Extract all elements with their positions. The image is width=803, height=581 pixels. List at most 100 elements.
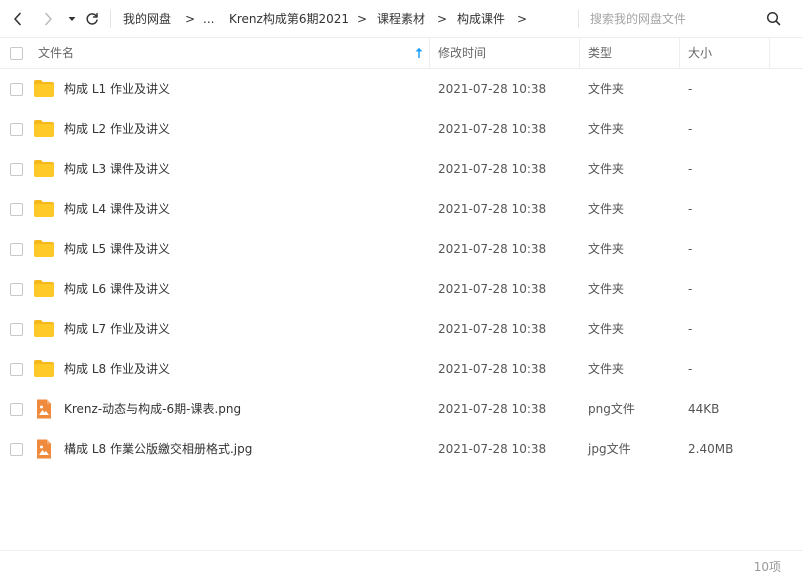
folder-icon bbox=[34, 280, 54, 297]
breadcrumb-item-root[interactable]: 我的网盘 bbox=[123, 10, 171, 28]
select-all-checkbox[interactable] bbox=[10, 47, 23, 60]
search-button[interactable] bbox=[765, 10, 783, 28]
refresh-button[interactable] bbox=[82, 9, 102, 29]
row-checkbox[interactable] bbox=[10, 123, 23, 136]
file-row[interactable]: Krenz-动态与构成-6期-课表.png 2021-07-28 10:38 p… bbox=[0, 389, 803, 429]
divider bbox=[578, 10, 579, 28]
file-row[interactable]: 构成 L4 课件及讲义 2021-07-28 10:38 文件夹 - bbox=[0, 189, 803, 229]
column-header-name[interactable]: 文件名 bbox=[30, 38, 430, 68]
breadcrumb-separator: > bbox=[437, 12, 448, 26]
history-dropdown-button[interactable] bbox=[62, 9, 82, 29]
navigation-bar: 我的网盘 > ... Krenz构成第6期2021 > 课程素材 > 构成课件 … bbox=[0, 0, 803, 38]
column-header-size[interactable]: 大小 bbox=[680, 38, 770, 68]
breadcrumb-item-ellipsis[interactable]: ... bbox=[203, 10, 214, 28]
breadcrumb-item-course[interactable]: Krenz构成第6期2021 bbox=[229, 10, 349, 28]
breadcrumb-separator: > bbox=[357, 12, 368, 26]
column-header-type-label: 类型 bbox=[588, 46, 613, 60]
file-type: 文件夹 bbox=[588, 322, 625, 336]
row-checkbox[interactable] bbox=[10, 403, 23, 416]
column-header-mtime[interactable]: 修改时间 bbox=[430, 38, 580, 68]
folder-icon bbox=[34, 320, 54, 337]
file-name[interactable]: 构成 L4 课件及讲义 bbox=[64, 200, 170, 218]
file-size: - bbox=[688, 82, 693, 96]
image-file-icon bbox=[37, 439, 51, 459]
file-type: 文件夹 bbox=[588, 242, 625, 256]
file-row[interactable]: 构成 L2 作业及讲义 2021-07-28 10:38 文件夹 - bbox=[0, 109, 803, 149]
breadcrumb-item-materials[interactable]: 课程素材 bbox=[377, 10, 425, 28]
back-button[interactable] bbox=[8, 9, 28, 29]
row-checkbox[interactable] bbox=[10, 443, 23, 456]
file-type: 文件夹 bbox=[588, 122, 625, 136]
divider bbox=[110, 10, 111, 28]
file-row[interactable]: 构成 L1 作业及讲义 2021-07-28 10:38 文件夹 - bbox=[0, 69, 803, 109]
file-name[interactable]: 構成 L8 作業公版繳交相册格式.jpg bbox=[64, 440, 252, 458]
file-type: 文件夹 bbox=[588, 202, 625, 216]
file-mtime: 2021-07-28 10:38 bbox=[438, 162, 547, 176]
file-name[interactable]: 构成 L7 作业及讲义 bbox=[64, 320, 170, 338]
file-mtime: 2021-07-28 10:38 bbox=[438, 402, 547, 416]
folder-icon bbox=[34, 200, 54, 217]
file-row[interactable]: 构成 L3 课件及讲义 2021-07-28 10:38 文件夹 - bbox=[0, 149, 803, 189]
caret-down-icon bbox=[68, 17, 76, 21]
file-list-header: 文件名 修改时间 类型 大小 bbox=[0, 38, 803, 69]
folder-icon bbox=[34, 360, 54, 377]
row-checkbox[interactable] bbox=[10, 243, 23, 256]
item-count: 10项 bbox=[753, 560, 781, 574]
column-header-type[interactable]: 类型 bbox=[580, 38, 680, 68]
file-type: 文件夹 bbox=[588, 362, 625, 376]
breadcrumb-separator: > bbox=[185, 12, 196, 26]
image-file-icon bbox=[37, 399, 51, 419]
file-size: - bbox=[688, 202, 693, 216]
file-size: - bbox=[688, 162, 693, 176]
file-mtime: 2021-07-28 10:38 bbox=[438, 242, 547, 256]
file-row[interactable]: 构成 L5 课件及讲义 2021-07-28 10:38 文件夹 - bbox=[0, 229, 803, 269]
file-type: 文件夹 bbox=[588, 162, 625, 176]
row-checkbox[interactable] bbox=[10, 83, 23, 96]
file-size: - bbox=[688, 282, 693, 296]
status-bar: 10项 bbox=[0, 550, 803, 581]
file-size: - bbox=[688, 242, 693, 256]
column-header-size-label: 大小 bbox=[688, 46, 713, 60]
folder-icon bbox=[34, 80, 54, 97]
row-checkbox[interactable] bbox=[10, 363, 23, 376]
folder-icon bbox=[34, 120, 54, 137]
file-name[interactable]: 构成 L1 作业及讲义 bbox=[64, 80, 170, 98]
folder-icon bbox=[34, 160, 54, 177]
file-row[interactable]: 构成 L7 作业及讲义 2021-07-28 10:38 文件夹 - bbox=[0, 309, 803, 349]
refresh-icon bbox=[86, 12, 98, 25]
file-size: 2.40MB bbox=[688, 442, 734, 456]
breadcrumb-separator: > bbox=[517, 12, 528, 26]
file-mtime: 2021-07-28 10:38 bbox=[438, 362, 547, 376]
file-row[interactable]: 构成 L8 作业及讲义 2021-07-28 10:38 文件夹 - bbox=[0, 349, 803, 389]
file-list: 构成 L1 作业及讲义 2021-07-28 10:38 文件夹 - 构成 L2… bbox=[0, 69, 803, 469]
file-size: 44KB bbox=[688, 402, 720, 416]
file-name[interactable]: 构成 L8 作业及讲义 bbox=[64, 360, 170, 378]
column-header-mtime-label: 修改时间 bbox=[438, 46, 487, 60]
row-checkbox[interactable] bbox=[10, 163, 23, 176]
search-icon bbox=[766, 11, 781, 26]
file-name[interactable]: 构成 L6 课件及讲义 bbox=[64, 280, 170, 298]
file-name[interactable]: Krenz-动态与构成-6期-课表.png bbox=[64, 400, 241, 418]
file-mtime: 2021-07-28 10:38 bbox=[438, 282, 547, 296]
file-type: jpg文件 bbox=[588, 442, 631, 456]
search-input[interactable] bbox=[590, 9, 760, 29]
row-checkbox[interactable] bbox=[10, 323, 23, 336]
file-type: 文件夹 bbox=[588, 282, 625, 296]
forward-button[interactable] bbox=[38, 9, 58, 29]
file-row[interactable]: 構成 L8 作業公版繳交相册格式.jpg 2021-07-28 10:38 jp… bbox=[0, 429, 803, 469]
file-size: - bbox=[688, 362, 693, 376]
file-mtime: 2021-07-28 10:38 bbox=[438, 82, 547, 96]
row-checkbox[interactable] bbox=[10, 203, 23, 216]
file-size: - bbox=[688, 322, 693, 336]
file-mtime: 2021-07-28 10:38 bbox=[438, 442, 547, 456]
file-name[interactable]: 构成 L5 课件及讲义 bbox=[64, 240, 170, 258]
row-checkbox[interactable] bbox=[10, 283, 23, 296]
file-name[interactable]: 构成 L2 作业及讲义 bbox=[64, 120, 170, 138]
breadcrumb-item-current[interactable]: 构成课件 bbox=[457, 10, 505, 28]
file-mtime: 2021-07-28 10:38 bbox=[438, 322, 547, 336]
sort-ascending-arrow-icon[interactable] bbox=[414, 47, 424, 59]
file-mtime: 2021-07-28 10:38 bbox=[438, 122, 547, 136]
file-name[interactable]: 构成 L3 课件及讲义 bbox=[64, 160, 170, 178]
file-mtime: 2021-07-28 10:38 bbox=[438, 202, 547, 216]
file-row[interactable]: 构成 L6 课件及讲义 2021-07-28 10:38 文件夹 - bbox=[0, 269, 803, 309]
